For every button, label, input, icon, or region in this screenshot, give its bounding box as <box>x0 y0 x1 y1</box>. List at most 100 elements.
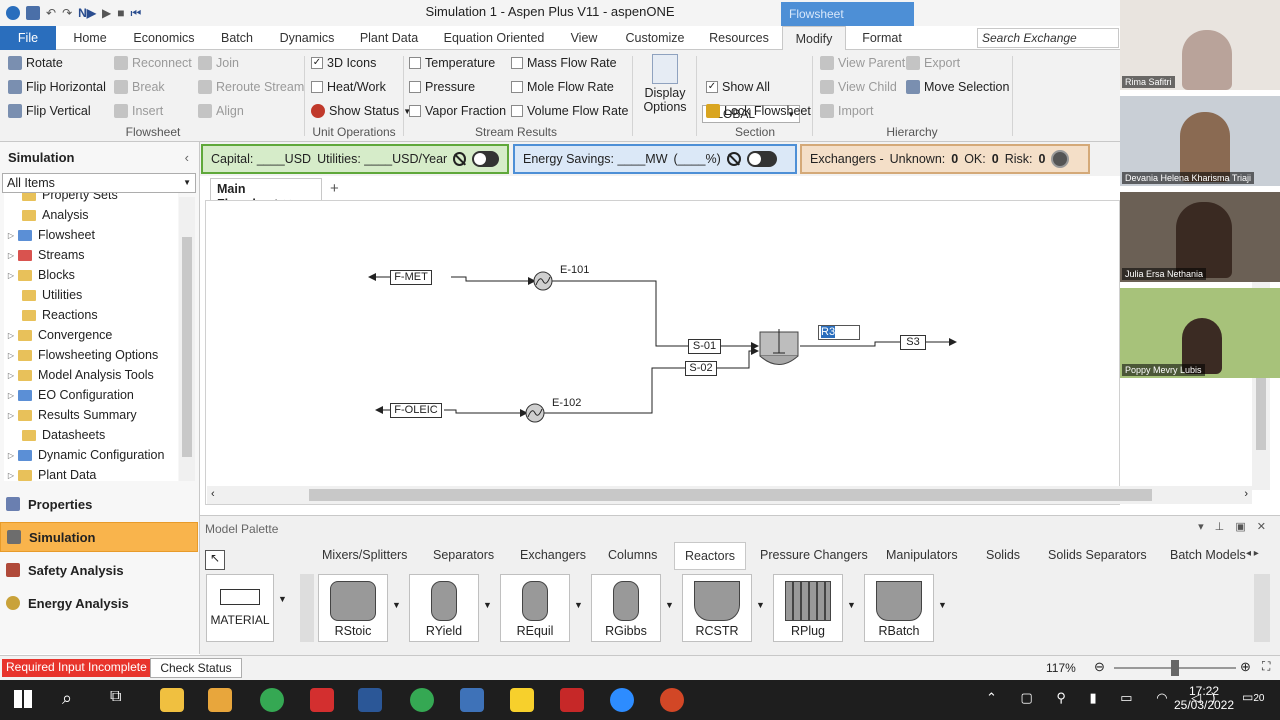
check-status-button[interactable]: Check Status <box>150 658 242 678</box>
chrome-profile-icon[interactable] <box>410 688 434 712</box>
expand-arrow-icon[interactable]: ▷ <box>4 231 18 240</box>
dropdown-arrow-icon[interactable]: ▼ <box>574 600 583 610</box>
tab-customize[interactable]: Customize <box>618 26 692 50</box>
media-player-icon[interactable] <box>208 688 232 712</box>
canvas-horizontal-scrollbar[interactable]: ‹ › <box>207 486 1252 504</box>
lock-flowsheet-button[interactable]: Lock Flowsheet <box>706 104 811 118</box>
nav-scrollbar[interactable] <box>179 197 195 481</box>
palette-tab-reactors[interactable]: Reactors <box>674 542 747 570</box>
word-icon[interactable] <box>358 688 382 712</box>
tree-item-reactions[interactable]: Reactions <box>22 305 98 325</box>
mass-flow-checkbox[interactable]: Mass Flow Rate <box>511 56 617 70</box>
chrome-icon[interactable] <box>260 688 284 712</box>
temperature-checkbox[interactable]: Temperature <box>409 56 495 70</box>
expand-arrow-icon[interactable]: ▷ <box>4 411 18 420</box>
export-button[interactable]: Export <box>906 56 960 70</box>
reconnect-button[interactable]: Reconnect <box>114 56 192 70</box>
dropdown-arrow-icon[interactable]: ▼ <box>483 600 492 610</box>
tree-item-analysis[interactable]: Analysis <box>22 205 89 225</box>
join-button[interactable]: Join <box>198 56 239 70</box>
zoom-slider-thumb[interactable] <box>1171 660 1179 676</box>
collapse-icon[interactable]: ‹ <box>185 150 189 165</box>
tree-item-datasheets[interactable]: Datasheets <box>22 425 105 445</box>
tab-economics[interactable]: Economics <box>128 26 200 50</box>
zoom-app-icon[interactable] <box>610 688 634 712</box>
search-exchange-input[interactable]: Search Exchange <box>977 28 1119 48</box>
notifications-icon[interactable]: ▭20 <box>1242 690 1264 704</box>
tree-item-dynamic-configuration[interactable]: ▷ Dynamic Configuration <box>4 445 165 465</box>
stream-label-s3[interactable]: S3 <box>900 335 926 350</box>
tab-home[interactable]: Home <box>62 26 118 50</box>
tab-dynamics[interactable]: Dynamics <box>272 26 342 50</box>
dropdown-arrow-icon[interactable]: ▼ <box>278 594 287 604</box>
palette-tab-manipulators[interactable]: Manipulators <box>886 548 958 562</box>
energy-toggle[interactable] <box>746 151 777 167</box>
heat-work-checkbox[interactable]: Heat/Work <box>311 80 386 94</box>
tab-batch[interactable]: Batch <box>212 26 262 50</box>
insert-button[interactable]: Insert <box>114 104 163 118</box>
tab-plant-data[interactable]: Plant Data <box>354 26 424 50</box>
dropdown-arrow-icon[interactable]: ▼ <box>938 600 947 610</box>
palette-item-rplug[interactable]: RPlug <box>773 574 843 642</box>
palette-tab-exchangers[interactable]: Exchangers <box>520 548 586 562</box>
flip-horizontal-button[interactable]: Flip Horizontal <box>8 80 106 94</box>
add-tab-icon[interactable]: + <box>330 180 339 197</box>
tree-item-eo-configuration[interactable]: ▷ EO Configuration <box>4 385 134 405</box>
exchanger-settings-icon[interactable] <box>1051 150 1070 168</box>
expand-arrow-icon[interactable]: ▷ <box>4 391 18 400</box>
tab-modify[interactable]: Modify <box>782 26 846 50</box>
palette-item-ryield[interactable]: RYield <box>409 574 479 642</box>
task-view-icon[interactable]: ⧉ <box>110 688 121 706</box>
palette-window-controls[interactable]: ▾ ⊥ ▣ ✕ <box>1198 520 1270 533</box>
tab-resources[interactable]: Resources <box>704 26 774 50</box>
palette-material-stream[interactable]: MATERIAL <box>206 574 274 642</box>
tree-item-flowsheeting-options[interactable]: ▷ Flowsheeting Options <box>4 345 158 365</box>
palette-item-rcstr[interactable]: RCSTR <box>682 574 752 642</box>
palette-item-requil[interactable]: REquil <box>500 574 570 642</box>
nav-safety-analysis-button[interactable]: Safety Analysis <box>0 555 198 585</box>
import-button[interactable]: Import <box>820 104 873 118</box>
dropdown-arrow-icon[interactable]: ▼ <box>847 600 856 610</box>
expand-arrow-icon[interactable]: ▷ <box>4 351 18 360</box>
palette-scroll-right[interactable] <box>1254 574 1270 642</box>
move-selection-button[interactable]: Move Selection <box>906 80 1009 94</box>
stream-label-s02[interactable]: S-02 <box>685 361 717 376</box>
mole-flow-checkbox[interactable]: Mole Flow Rate <box>511 80 614 94</box>
palette-tab-pressure-changers[interactable]: Pressure Changers <box>760 548 868 562</box>
capital-toggle[interactable] <box>472 151 499 167</box>
palette-tab-mixers-splitters[interactable]: Mixers/Splitters <box>322 548 407 562</box>
dropdown-arrow-icon[interactable]: ▼ <box>392 600 401 610</box>
powerpoint-icon[interactable] <box>660 688 684 712</box>
palette-tab-separators[interactable]: Separators <box>433 548 494 562</box>
select-mode-icon[interactable]: ↖ <box>205 550 225 570</box>
nav-properties-button[interactable]: Properties <box>0 489 198 519</box>
tree-item-convergence[interactable]: ▷ Convergence <box>4 325 112 345</box>
tab-main-flowsheet[interactable]: Main Flowsheet✕ <box>210 178 322 211</box>
scroll-right-icon[interactable]: › <box>1244 488 1248 500</box>
3d-icons-checkbox[interactable]: ✓ 3D Icons <box>311 56 376 70</box>
view-child-button[interactable]: View Child <box>820 80 897 94</box>
palette-tabs-scroll-icon[interactable]: ◂ ▸ <box>1246 548 1259 559</box>
volume-flow-checkbox[interactable]: Volume Flow Rate <box>511 104 628 118</box>
view-parent-button[interactable]: View Parent <box>820 56 905 70</box>
dropdown-arrow-icon[interactable]: ▼ <box>756 600 765 610</box>
tab-view[interactable]: View <box>562 26 606 50</box>
palette-item-rbatch[interactable]: RBatch <box>864 574 934 642</box>
search-icon[interactable]: ⌕ <box>62 688 72 709</box>
nav-filter-select[interactable]: All Items ▼ <box>2 173 196 193</box>
tree-item-utilities[interactable]: Utilities <box>22 285 82 305</box>
expand-arrow-icon[interactable]: ▷ <box>4 371 18 380</box>
tree-item-plant-data[interactable]: ▷ Plant Data <box>4 465 96 481</box>
tree-item-property-sets[interactable]: Property Sets <box>22 193 118 205</box>
break-button[interactable]: Break <box>114 80 165 94</box>
tree-item-results-summary[interactable]: ▷ Results Summary <box>4 405 137 425</box>
expand-arrow-icon[interactable]: ▷ <box>4 471 18 480</box>
stream-label-f-met[interactable]: F-MET <box>390 270 432 285</box>
display-options-button[interactable]: Display Options <box>640 54 690 114</box>
sticky-notes-icon[interactable] <box>510 688 534 712</box>
reactor-r3-icon[interactable] <box>759 329 799 365</box>
vapor-fraction-checkbox[interactable]: Vapor Fraction <box>409 104 506 118</box>
expand-arrow-icon[interactable]: ▷ <box>4 331 18 340</box>
palette-scroll-left[interactable] <box>300 574 314 642</box>
tree-item-model-analysis-tools[interactable]: ▷ Model Analysis Tools <box>4 365 154 385</box>
